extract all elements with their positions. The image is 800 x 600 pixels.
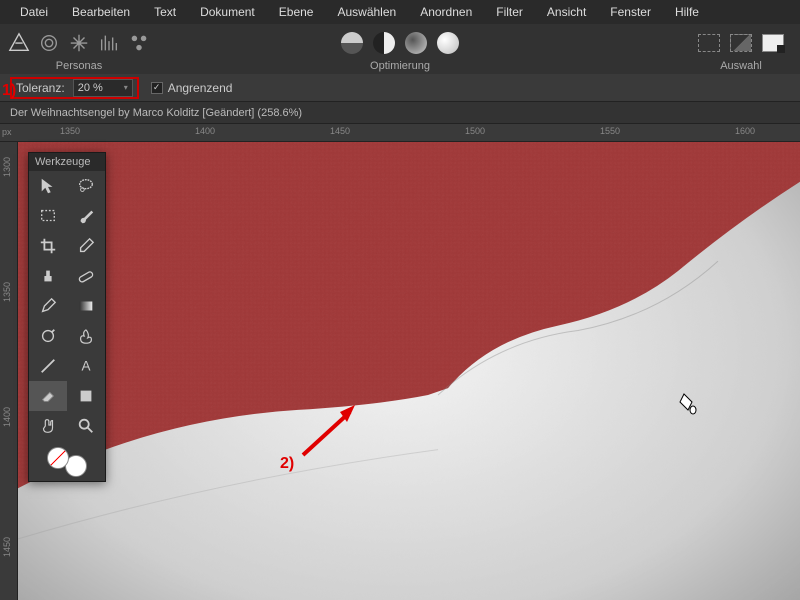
text-tool[interactable]: A xyxy=(67,351,105,381)
annotation-arrow-icon xyxy=(295,400,365,460)
menu-datei[interactable]: Datei xyxy=(8,1,60,23)
dodge-tool[interactable] xyxy=(29,321,67,351)
menu-filter[interactable]: Filter xyxy=(484,1,535,23)
personas-label: Personas xyxy=(56,60,102,72)
tolerance-label: Toleranz: xyxy=(16,81,65,95)
menu-ebene[interactable]: Ebene xyxy=(267,1,326,23)
annotation-1: 1) xyxy=(2,82,16,100)
opt-shade-icon[interactable] xyxy=(405,32,427,54)
heal-brush-tool[interactable] xyxy=(67,261,105,291)
paint-brush-tool[interactable] xyxy=(67,201,105,231)
tolerance-highlight: Toleranz: 20 % xyxy=(10,77,139,99)
menu-fenster[interactable]: Fenster xyxy=(598,1,663,23)
zoom-tool[interactable] xyxy=(67,411,105,441)
gradient-tool[interactable] xyxy=(67,291,105,321)
ruler-horizontal: px 1350 1400 1450 1500 1550 1600 xyxy=(0,124,800,142)
menu-ansicht[interactable]: Ansicht xyxy=(535,1,598,23)
export-persona-icon[interactable] xyxy=(128,32,150,54)
foreground-color-well[interactable] xyxy=(47,447,69,469)
lasso-tool[interactable] xyxy=(67,171,105,201)
develop-persona-icon[interactable] xyxy=(68,32,90,54)
liquify-persona-icon[interactable] xyxy=(38,32,60,54)
flood-fill-cursor-icon xyxy=(678,392,698,416)
move-tool[interactable] xyxy=(29,171,67,201)
tools-header: Werkzeuge xyxy=(29,153,105,171)
burn-tool[interactable] xyxy=(67,321,105,351)
opt-half-icon[interactable] xyxy=(373,32,395,54)
hand-tool[interactable] xyxy=(29,411,67,441)
selection-add-icon[interactable] xyxy=(730,34,752,52)
svg-text:A: A xyxy=(81,359,90,374)
crop-tool[interactable] xyxy=(29,231,67,261)
vector-brush-tool[interactable] xyxy=(29,351,67,381)
pen-tool[interactable] xyxy=(29,291,67,321)
menu-bearbeiten[interactable]: Bearbeiten xyxy=(60,1,142,23)
persona-bar: Personas Optimierung Auswahl xyxy=(0,24,800,74)
canvas[interactable] xyxy=(18,142,800,600)
contiguous-checkbox[interactable]: ✓ Angrenzend xyxy=(151,81,233,95)
tolerance-input[interactable]: 20 % xyxy=(73,79,133,97)
tone-map-persona-icon[interactable] xyxy=(98,32,120,54)
tools-panel[interactable]: Werkzeuge A xyxy=(28,152,106,482)
menu-dokument[interactable]: Dokument xyxy=(188,1,267,23)
color-wells[interactable] xyxy=(29,441,105,481)
menu-text[interactable]: Text xyxy=(142,1,188,23)
menu-hilfe[interactable]: Hilfe xyxy=(663,1,711,23)
eraser-tool[interactable] xyxy=(29,381,67,411)
color-picker-tool[interactable] xyxy=(67,231,105,261)
marquee-tool[interactable] xyxy=(29,201,67,231)
opt-full-icon[interactable] xyxy=(437,32,459,54)
menu-auswaehlen[interactable]: Auswählen xyxy=(325,1,408,23)
context-toolbar: Toleranz: 20 % ✓ Angrenzend xyxy=(0,74,800,102)
auswahl-label: Auswahl xyxy=(720,60,762,72)
menu-bar: Datei Bearbeiten Text Dokument Ebene Aus… xyxy=(0,0,800,24)
annotation-2: 2) xyxy=(280,455,294,473)
selection-new-icon[interactable] xyxy=(698,34,720,52)
contiguous-label: Angrenzend xyxy=(168,81,233,95)
selection-refine-icon[interactable] xyxy=(762,34,784,52)
optimierung-label: Optimierung xyxy=(370,60,430,72)
ruler-vertical: 1300 1350 1400 1450 xyxy=(0,142,18,600)
menu-anordnen[interactable]: Anordnen xyxy=(408,1,484,23)
opt-split-icon[interactable] xyxy=(341,32,363,54)
document-title-bar: Der Weihnachtsengel by Marco Kolditz [Ge… xyxy=(0,102,800,124)
shape-tool[interactable] xyxy=(67,381,105,411)
clone-tool[interactable] xyxy=(29,261,67,291)
affinity-logo-icon[interactable] xyxy=(8,32,30,54)
